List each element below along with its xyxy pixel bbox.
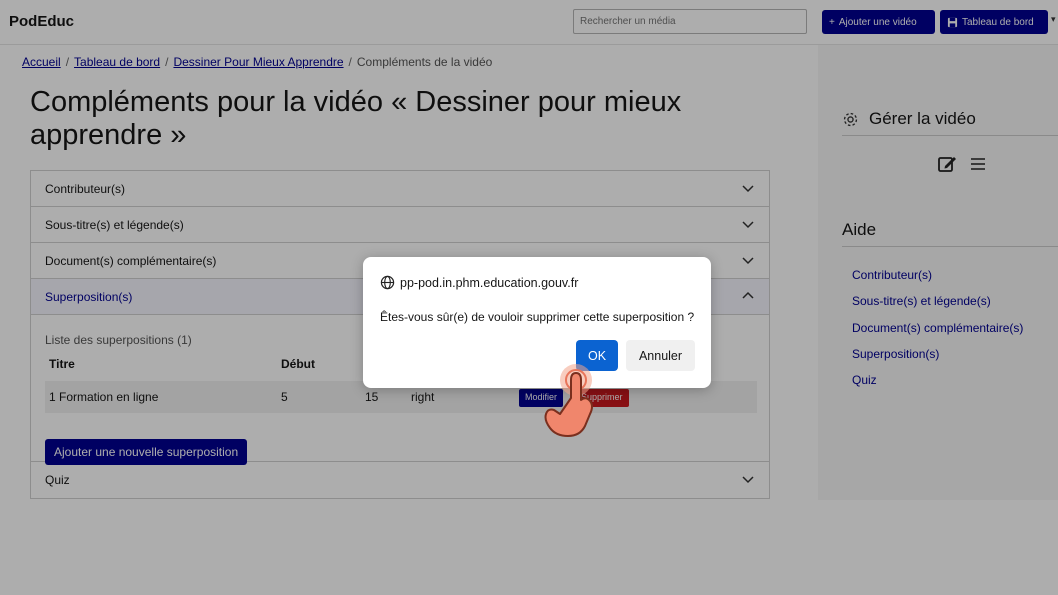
pointing-hand-icon: [544, 364, 593, 437]
dialog-host: pp-pod.in.phm.education.gouv.fr: [380, 275, 578, 290]
dialog-message: Êtes-vous sûr(e) de vouloir supprimer ce…: [380, 310, 695, 324]
cancel-button[interactable]: Annuler: [626, 340, 695, 371]
dialog-host-text: pp-pod.in.phm.education.gouv.fr: [400, 275, 579, 290]
globe-icon: [380, 275, 395, 290]
